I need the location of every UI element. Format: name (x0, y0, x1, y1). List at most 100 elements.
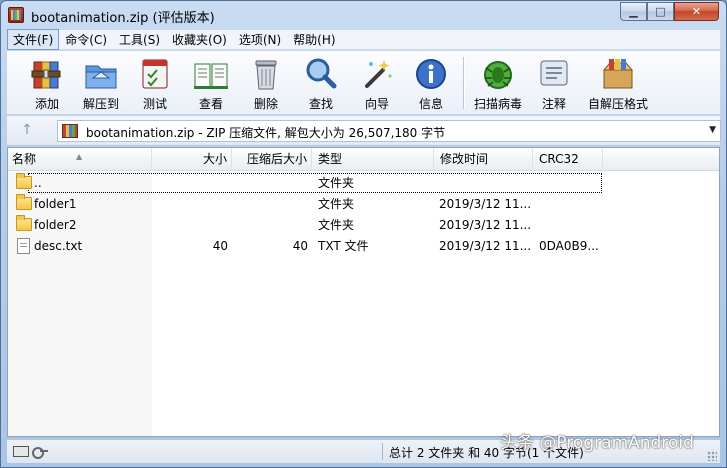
folder-icon (16, 173, 32, 189)
extract-to-label: 解压到 (82, 97, 119, 111)
table-row[interactable]: desc.txt 40 40 TXT 文件 2019/3/12 11... 0D… (8, 236, 719, 257)
virus-scan-label: 扫描病毒 (473, 97, 522, 111)
wizard-button[interactable]: 向导 (351, 55, 403, 111)
column-header-crc[interactable]: CRC32 (533, 148, 603, 171)
row-type: 文件夹 (318, 176, 355, 190)
menu-help[interactable]: 帮助(H) (287, 29, 341, 50)
row-crc (539, 196, 603, 213)
chevron-down-icon[interactable]: ▼ (709, 125, 716, 135)
sfx-button[interactable]: 自解压格式 (585, 55, 651, 111)
virus-scan-button[interactable]: 扫描病毒 (469, 55, 527, 111)
row-packed (232, 196, 308, 213)
close-button[interactable]: ✕ (674, 2, 719, 21)
sfx-box-icon (600, 56, 636, 92)
toolbar: 添加 解压到 测试 查看 删除 查找 向导 信息 扫描病毒 注释 自解压格式 (7, 51, 720, 115)
info-icon (413, 56, 449, 92)
row-size (152, 217, 228, 234)
text-file-icon (17, 238, 30, 254)
title-bar[interactable]: bootanimation.zip (评估版本) ▁ □ ✕ (1, 1, 726, 29)
row-name: .. (34, 176, 42, 190)
row-type: TXT 文件 (318, 239, 369, 253)
row-type: 文件夹 (318, 197, 355, 211)
row-packed: 40 (292, 239, 308, 253)
menu-options[interactable]: 选项(N) (233, 29, 287, 50)
archive-icon (62, 124, 78, 138)
menu-tools[interactable]: 工具(S) (113, 29, 166, 50)
maximize-button[interactable]: □ (647, 2, 674, 21)
address-bar: ↑ bootanimation.zip - ZIP 压缩文件, 解包大小为 26… (7, 116, 721, 146)
find-magnifier-icon (303, 56, 339, 92)
row-crc (539, 175, 603, 192)
delete-button[interactable]: 删除 (240, 55, 292, 111)
view-book-icon (193, 56, 229, 92)
add-archive-icon (29, 56, 65, 92)
row-size: 40 (212, 239, 228, 253)
column-header-packed[interactable]: 压缩后大小 (232, 148, 312, 171)
test-button[interactable]: 测试 (129, 55, 181, 111)
test-icon (137, 56, 173, 92)
add-button-label: 添加 (34, 97, 59, 111)
winrar-window: bootanimation.zip (评估版本) ▁ □ ✕ 文件(F) 命令(… (0, 0, 727, 468)
add-button[interactable]: 添加 (21, 55, 73, 111)
extract-to-icon (83, 56, 119, 92)
find-button[interactable]: 查找 (295, 55, 347, 111)
row-name: desc.txt (34, 239, 83, 253)
up-arrow-icon[interactable]: ↑ (19, 122, 35, 138)
winrar-app-icon[interactable] (8, 7, 24, 23)
window-title: bootanimation.zip (评估版本) (31, 11, 215, 26)
row-crc (539, 217, 603, 234)
table-row[interactable]: folder2 文件夹 2019/3/12 11... (8, 215, 719, 236)
delete-trash-icon (248, 56, 284, 92)
row-name: folder1 (34, 197, 77, 211)
key-icon[interactable] (32, 445, 48, 459)
extract-to-button[interactable]: 解压到 (75, 55, 127, 111)
folder-icon (16, 194, 32, 210)
folder-icon (16, 215, 32, 231)
row-packed (232, 217, 308, 234)
table-row[interactable]: folder1 文件夹 2019/3/12 11... (8, 194, 719, 215)
drive-icon[interactable] (13, 446, 29, 457)
column-header-name-label: 名称 (12, 152, 37, 166)
wizard-label: 向导 (364, 97, 389, 111)
menu-commands[interactable]: 命令(C) (59, 29, 113, 50)
virus-scan-icon (480, 56, 516, 92)
column-header-name[interactable]: 名称 ▲ (8, 148, 152, 171)
comment-button[interactable]: 注释 (528, 55, 580, 111)
menu-favorites[interactable]: 收藏夹(O) (166, 29, 233, 50)
column-header-modified[interactable]: 修改时间 (434, 148, 533, 171)
toolbar-separator (463, 57, 464, 109)
row-modified: 2019/3/12 11... (439, 197, 531, 211)
watermark: 头条 @ProgramAndroid (500, 433, 694, 453)
table-row[interactable]: .. 文件夹 (8, 173, 719, 194)
list-header: 名称 ▲ 大小 压缩后大小 类型 修改时间 CRC32 (8, 148, 719, 171)
row-modified: 2019/3/12 11... (439, 239, 531, 253)
address-text: bootanimation.zip - ZIP 压缩文件, 解包大小为 26,5… (86, 126, 446, 140)
info-label: 信息 (418, 97, 443, 111)
wizard-wand-icon (359, 56, 395, 92)
delete-label: 删除 (253, 97, 278, 111)
row-modified: 2019/3/12 11... (439, 218, 531, 232)
sfx-label: 自解压格式 (587, 97, 648, 111)
sort-ascending-icon: ▲ (76, 152, 83, 161)
row-modified (439, 175, 531, 192)
status-icons (13, 445, 48, 459)
menu-file[interactable]: 文件(F) (7, 29, 60, 50)
file-list[interactable]: 名称 ▲ 大小 压缩后大小 类型 修改时间 CRC32 .. 文件夹 folde… (7, 147, 720, 437)
menu-bar: 文件(F) 命令(C) 工具(S) 收藏夹(O) 选项(N) 帮助(H) (7, 29, 720, 50)
column-header-type[interactable]: 类型 (312, 148, 434, 171)
resize-grip-icon[interactable] (707, 451, 717, 461)
status-divider (382, 443, 383, 460)
caption-buttons: ▁ □ ✕ (620, 2, 719, 21)
column-header-size[interactable]: 大小 (152, 148, 232, 171)
view-label: 查看 (198, 97, 223, 111)
minimize-button[interactable]: ▁ (620, 2, 647, 21)
comment-icon (536, 56, 572, 92)
row-name: folder2 (34, 218, 77, 232)
test-label: 测试 (142, 97, 167, 111)
find-label: 查找 (308, 97, 333, 111)
info-button[interactable]: 信息 (405, 55, 457, 111)
row-type: 文件夹 (318, 218, 355, 232)
view-button[interactable]: 查看 (185, 55, 237, 111)
address-field[interactable]: bootanimation.zip - ZIP 压缩文件, 解包大小为 26,5… (57, 120, 721, 142)
row-packed (232, 175, 308, 192)
